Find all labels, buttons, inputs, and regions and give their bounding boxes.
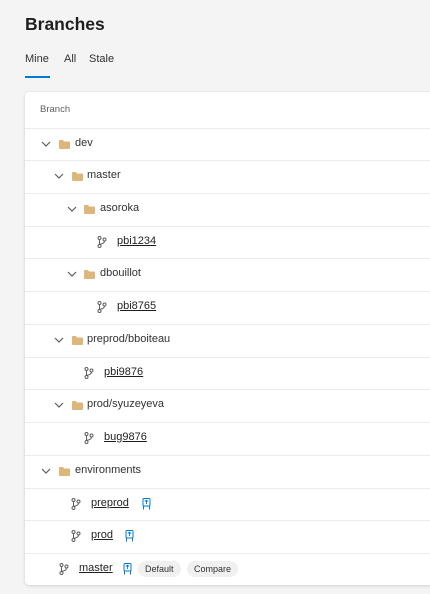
tree-row-folder[interactable]: master <box>25 160 430 192</box>
policy-icon[interactable] <box>125 530 134 542</box>
chevron-down-icon[interactable] <box>66 269 78 279</box>
folder-label: prod/syuzeyeva <box>87 398 165 410</box>
compare-badge: Compare <box>187 561 239 577</box>
branch-icon <box>97 236 107 248</box>
tree-row-folder[interactable]: preprod/bboiteau <box>25 324 430 356</box>
policy-icon[interactable] <box>142 498 151 510</box>
chevron-down-icon[interactable] <box>53 335 65 345</box>
chevron-down-icon[interactable] <box>66 204 78 214</box>
tab-stale[interactable]: Stale <box>89 53 114 65</box>
tree-row-branch[interactable]: pbi9876 <box>25 357 430 389</box>
branch-icon <box>71 498 81 510</box>
folder-icon <box>84 205 95 214</box>
tree-row-branch[interactable]: preprod <box>25 488 430 520</box>
tree-row-branch[interactable]: pbi8765 <box>25 291 430 323</box>
folder-icon <box>72 336 83 345</box>
folder-label: dev <box>75 137 93 149</box>
branch-link[interactable]: bug9876 <box>104 431 147 443</box>
default-badge: Default <box>138 561 181 577</box>
chevron-down-icon[interactable] <box>40 466 52 476</box>
branch-icon <box>59 563 69 575</box>
tree-row-branch[interactable]: master Default Compare <box>25 553 430 585</box>
tree-row-folder[interactable]: asoroka <box>25 193 430 225</box>
branch-link[interactable]: preprod <box>91 497 129 509</box>
tree-row-folder[interactable]: prod/syuzeyeva <box>25 389 430 421</box>
branch-icon <box>84 432 94 444</box>
tree-row-branch[interactable]: prod <box>25 520 430 552</box>
tab-mine[interactable]: Mine <box>25 53 49 65</box>
page-title: Branches <box>25 14 105 34</box>
policy-icon[interactable] <box>123 563 132 575</box>
chevron-down-icon[interactable] <box>53 171 65 181</box>
folder-icon <box>84 270 95 279</box>
folder-icon <box>59 467 70 476</box>
tree-row-branch[interactable]: bug9876 <box>25 422 430 454</box>
branch-link[interactable]: pbi8765 <box>117 300 156 312</box>
folder-icon <box>72 172 83 181</box>
branches-table: Branch dev master asoroka pbi1234 dbouil… <box>25 92 430 585</box>
column-header-branch: Branch <box>40 104 71 115</box>
chevron-down-icon[interactable] <box>53 400 65 410</box>
folder-label: environments <box>75 464 142 476</box>
folder-label: asoroka <box>100 202 140 214</box>
branch-icon <box>71 530 81 542</box>
tree-row-folder[interactable]: dbouillot <box>25 258 430 290</box>
branch-icon <box>97 301 107 313</box>
tree-row-folder[interactable]: dev <box>25 128 430 160</box>
branch-link[interactable]: master <box>79 562 113 574</box>
tree-row-branch[interactable]: pbi1234 <box>25 226 430 258</box>
branch-link[interactable]: pbi1234 <box>117 235 156 247</box>
folder-label: master <box>87 169 121 181</box>
folder-label: preprod/bboiteau <box>87 333 171 345</box>
tab-all[interactable]: All <box>64 53 76 65</box>
tree-row-folder[interactable]: environments <box>25 455 430 487</box>
branch-icon <box>84 367 94 379</box>
folder-icon <box>59 140 70 149</box>
chevron-down-icon[interactable] <box>40 139 52 149</box>
branch-link[interactable]: pbi9876 <box>104 366 143 378</box>
branch-link[interactable]: prod <box>91 529 113 541</box>
folder-icon <box>72 401 83 410</box>
selected-tab-indicator <box>25 76 50 78</box>
folder-label: dbouillot <box>100 267 141 279</box>
